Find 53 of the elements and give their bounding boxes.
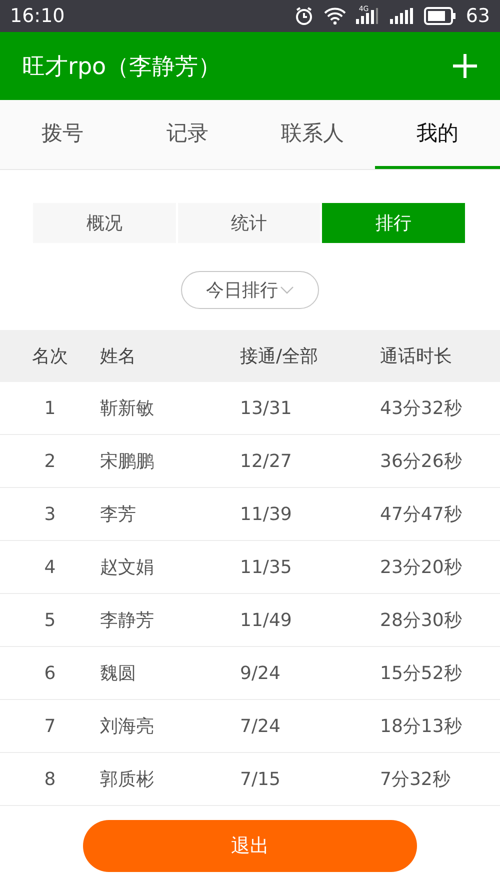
table-cell-text: 11/39 (240, 504, 293, 524)
table-cell-text: 1 (43, 398, 57, 418)
table-cell-text: 11/49 (240, 610, 293, 630)
table-cell-text: 15分52秒 (380, 662, 463, 685)
table-cell-text: 李芳 (100, 503, 137, 526)
table-cell-text: 郭质彬 (100, 768, 155, 791)
table-cell-text: 赵文娟 (100, 556, 155, 579)
column-header: 通话时长 (380, 345, 453, 368)
table-cell-text: 靳新敏 (100, 397, 155, 420)
column-header: 名次 (31, 345, 69, 368)
segment-tab[interactable]: 统计 (178, 203, 320, 243)
app-title: 旺才rpo（李静芳） (22, 52, 222, 82)
battery-icon (424, 7, 456, 25)
table-cell-text: 7/15 (240, 768, 282, 790)
table-cell-text: 18分13秒 (380, 715, 463, 738)
table-cell-text: 7/24 (240, 716, 282, 736)
segment-tab[interactable]: 概况 (33, 203, 176, 243)
table-cell-text: 12/27 (240, 450, 293, 472)
column-header: 姓名 (100, 345, 137, 368)
table-cell-text: 6 (43, 662, 57, 684)
table-cell-text: 8 (43, 768, 57, 790)
table-cell-text: 刘海亮 (100, 715, 155, 738)
table-cell-text: 5 (43, 610, 57, 630)
table-cell-text: 魏圆 (100, 662, 137, 685)
table-cell-text: 9/24 (240, 662, 282, 684)
table-cell-text: 2 (43, 450, 57, 472)
period-dropdown[interactable]: 今日排行 (181, 271, 319, 309)
table-cell-text: 4 (43, 556, 57, 578)
table-cell-text: 23分20秒 (380, 556, 463, 579)
tab[interactable]: 记录 (125, 100, 250, 169)
tab[interactable]: 我的 (375, 100, 500, 169)
alarm-icon (294, 6, 314, 26)
table-cell-text: 11/35 (240, 556, 293, 578)
table-cell-text: 36分26秒 (380, 450, 463, 473)
tab[interactable]: 拨号 (0, 100, 125, 169)
table-cell-text: 宋鹏鹏 (100, 450, 155, 473)
battery-level: 63 (466, 5, 490, 27)
table-cell-text: 47分47秒 (380, 503, 463, 526)
table-cell-text: 7 (43, 716, 57, 736)
table-cell-text: 3 (43, 504, 57, 524)
status-time: 16:10 (10, 5, 65, 27)
table-cell-text: 13/31 (240, 398, 293, 418)
segment-tab[interactable]: 排行 (322, 203, 466, 243)
table-cell-text: 43分32秒 (380, 397, 463, 420)
tab[interactable]: 联系人 (250, 100, 375, 169)
wifi-icon (324, 7, 346, 25)
signal-icon (390, 8, 414, 24)
table-cell-text: 28分30秒 (380, 609, 463, 632)
table-cell-text: 李静芳 (100, 609, 155, 632)
table-cell-text: 7分32秒 (380, 768, 452, 791)
column-header: 接通/全部 (240, 345, 320, 368)
caret-icon (280, 286, 294, 294)
add-icon[interactable] (452, 53, 478, 79)
